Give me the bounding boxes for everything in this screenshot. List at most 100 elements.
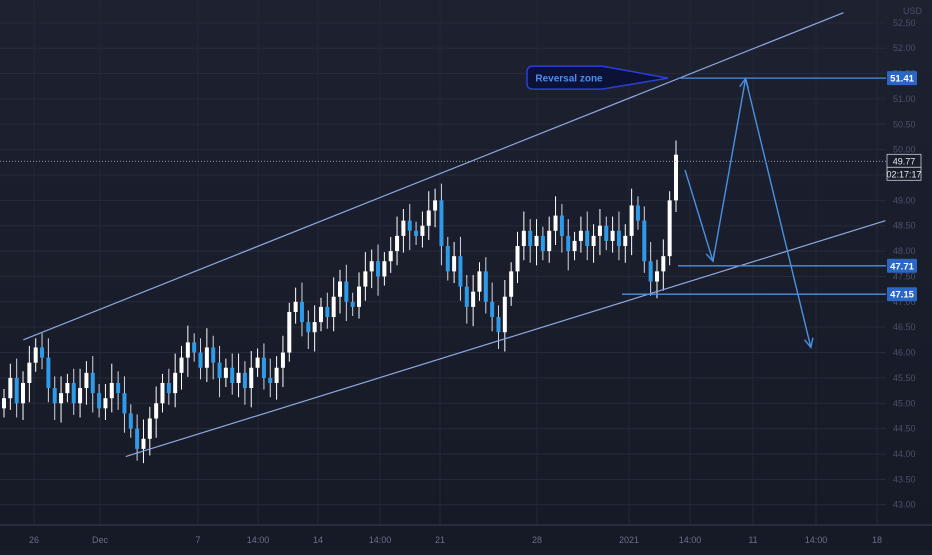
candle-body — [27, 362, 32, 383]
y-tick-label: 46.50 — [893, 322, 916, 332]
candle-body — [261, 357, 266, 378]
candle-body — [578, 230, 583, 241]
candle-body — [249, 367, 254, 389]
price-level-tag-label: 47.15 — [890, 290, 914, 301]
y-tick-label: 52.00 — [893, 43, 916, 53]
candle-body — [401, 220, 406, 236]
candle-body — [395, 235, 400, 252]
candle-body — [242, 372, 247, 389]
candle-body — [572, 240, 577, 252]
y-tick-label: 48.50 — [893, 221, 916, 231]
x-tick-label: 14:00 — [805, 535, 828, 545]
candle-body — [122, 393, 127, 414]
candle-body — [616, 230, 621, 247]
candle-body — [407, 220, 412, 231]
candle-body — [642, 220, 647, 262]
candle-body — [14, 377, 19, 404]
candle-body — [331, 296, 336, 318]
candle-body — [509, 271, 514, 297]
candle-body — [464, 286, 469, 307]
candle-body — [496, 317, 501, 333]
y-tick-label: 45.50 — [893, 373, 916, 383]
x-tick-label: 26 — [29, 535, 39, 545]
x-tick-label: 14:00 — [247, 535, 270, 545]
time-axis[interactable]: 26 Dec 7 14:00 14 14:00 21 28 2021 14:00 11 14:00 18 — [0, 524, 932, 545]
x-tick-label: 11 — [748, 535, 757, 545]
candle-body — [591, 235, 596, 247]
candle-body — [71, 382, 76, 404]
candle-body — [280, 352, 285, 368]
candle-body — [376, 261, 381, 277]
candle-body — [128, 413, 133, 429]
candle-body — [547, 230, 552, 252]
candle-body — [338, 281, 342, 297]
y-tick-label: 44.00 — [893, 449, 916, 459]
candle-body — [179, 357, 184, 373]
candle-body — [382, 261, 387, 277]
candle-body — [610, 230, 615, 241]
candle-body — [173, 372, 178, 394]
y-tick-label: 43.00 — [893, 500, 916, 510]
currency-label: USD — [903, 6, 923, 16]
chart-container: USD 43.00 43.50 44.00 44.50 45.00 45.50 46.00 4… — [0, 0, 932, 550]
candle-body — [388, 251, 393, 262]
candle-body — [204, 347, 209, 368]
candle-body — [312, 322, 317, 333]
candle-body — [166, 382, 171, 394]
x-tick-label: Dec — [92, 535, 109, 545]
candle-body — [502, 296, 507, 333]
x-tick-label: 14 — [313, 535, 323, 545]
candle-body — [236, 372, 241, 383]
x-tick-label: 28 — [532, 535, 542, 545]
candle-body — [160, 382, 165, 404]
y-tick-label: 45.00 — [893, 398, 916, 408]
candle-body — [350, 301, 355, 307]
y-tick-label: 43.50 — [893, 474, 916, 484]
x-tick-label: 2021 — [619, 535, 639, 545]
candle-body — [33, 347, 38, 363]
candle-body — [21, 382, 26, 404]
candle-body — [623, 235, 628, 247]
candle-body — [255, 357, 260, 368]
y-tick-label: 46.00 — [893, 348, 916, 358]
forecast-path — [684, 78, 812, 348]
candle-body — [223, 367, 228, 378]
candle-body — [65, 382, 70, 394]
candle-body — [521, 230, 526, 247]
candle-body — [2, 398, 6, 409]
channel-upper-line — [23, 12, 844, 341]
candle-body — [629, 205, 634, 236]
last-price-value: 49.77 — [893, 156, 916, 166]
candle-body — [274, 367, 279, 383]
candle-body — [293, 301, 298, 312]
candle-body — [141, 438, 146, 449]
candle-body — [52, 388, 57, 404]
candle-body — [268, 377, 273, 383]
y-tick-label: 51.00 — [893, 94, 916, 104]
candle-body — [648, 261, 653, 282]
candle-body — [230, 367, 235, 383]
candle-body — [483, 271, 488, 302]
candle-body — [553, 215, 558, 231]
candle-body — [90, 372, 95, 394]
candle-body — [78, 388, 83, 404]
candle-body — [667, 200, 672, 257]
candle-body — [147, 418, 152, 439]
candle-body — [97, 393, 102, 409]
candle-body — [198, 352, 203, 368]
candle-body — [363, 271, 368, 287]
x-tick-label: 7 — [195, 535, 200, 545]
candle-body — [185, 342, 190, 358]
candle-body — [154, 403, 159, 419]
price-level-tag-label: 51.41 — [890, 74, 914, 85]
y-tick-label: 47.50 — [893, 271, 916, 281]
candle-body — [604, 225, 609, 241]
price-chart[interactable]: USD 43.00 43.50 44.00 44.50 45.00 45.50 46.00 4… — [0, 0, 932, 550]
y-tick-label: 50.50 — [893, 119, 916, 129]
candle-body — [306, 322, 311, 333]
y-tick-label: 50.00 — [893, 145, 916, 155]
candle-body — [357, 286, 362, 307]
candle-body — [318, 306, 323, 323]
candle-body — [597, 225, 602, 236]
candle-body — [534, 235, 539, 247]
